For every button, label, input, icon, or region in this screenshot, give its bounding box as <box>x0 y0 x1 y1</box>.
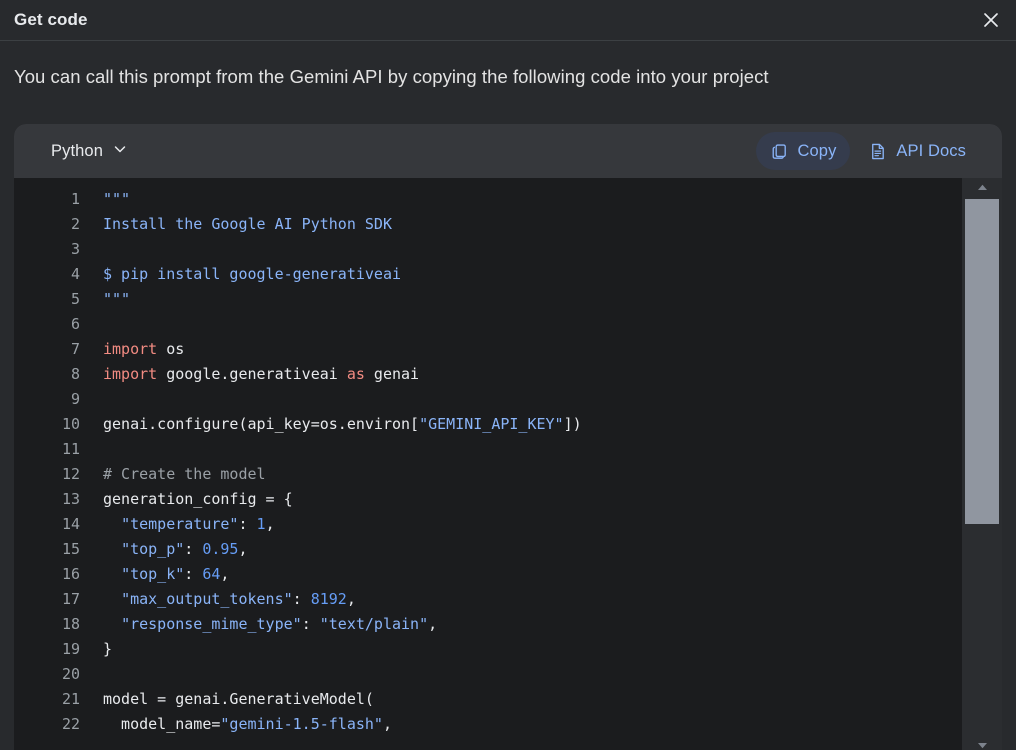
code-line: 1 """ <box>14 187 962 212</box>
line-number: 3 <box>70 240 80 258</box>
document-icon <box>868 142 887 161</box>
code-line: 22 model_name="gemini-1.5-flash", <box>14 712 962 737</box>
code-line: 21 model = genai.GenerativeModel( <box>14 687 962 712</box>
line-number: 19 <box>61 640 80 658</box>
line-number: 21 <box>61 690 80 708</box>
line-number: 1 <box>70 190 80 208</box>
code-line: 20 <box>14 662 962 687</box>
close-icon <box>981 10 1001 30</box>
scrollbar-thumb[interactable] <box>965 199 999 524</box>
scrollbar-down-button[interactable] <box>962 736 1002 750</box>
code-line-text: "top_k": 64, <box>121 565 230 583</box>
code-line-text: generation_config = { <box>103 490 293 508</box>
triangle-down-icon <box>977 736 988 750</box>
scrollbar-up-button[interactable] <box>962 178 1002 196</box>
code-line: 8 import google.generativeai as genai <box>14 362 962 387</box>
code-line-text: genai.configure(api_key=os.environ["GEMI… <box>103 415 582 433</box>
line-number: 10 <box>61 415 80 433</box>
code-line: 18 "response_mime_type": "text/plain", <box>14 612 962 637</box>
code-line: 16 "top_k": 64, <box>14 562 962 587</box>
copy-icon <box>770 142 789 161</box>
close-button[interactable] <box>975 4 1007 36</box>
code-scrollbar[interactable] <box>962 178 1002 750</box>
language-label: Python <box>51 141 103 160</box>
code-body: 1 """ 2 Install the Google AI Python SDK 3 4 $… <box>14 178 1002 750</box>
line-number: 12 <box>61 465 80 483</box>
code-line: 11 <box>14 437 962 462</box>
dialog-header: Get code <box>0 0 1016 41</box>
code-line-text: """ <box>103 190 131 208</box>
code-line: 15 "top_p": 0.95, <box>14 537 962 562</box>
line-number: 8 <box>70 365 80 383</box>
triangle-up-icon <box>977 178 988 196</box>
code-line-text: "response_mime_type": "text/plain", <box>121 615 438 633</box>
code-line-text: "max_output_tokens": 8192, <box>121 590 356 608</box>
line-number: 15 <box>61 540 80 558</box>
copy-button-label: Copy <box>797 141 837 160</box>
copy-button[interactable]: Copy <box>755 132 851 170</box>
code-line: 3 <box>14 237 962 262</box>
line-number: 5 <box>70 290 80 308</box>
code-line: 12 # Create the model <box>14 462 962 487</box>
api-docs-button-label: API Docs <box>896 141 966 160</box>
code-toolbar-actions: Copy API Docs <box>755 124 981 178</box>
code-panel: Python Copy API Docs 1 """ 2 Install the… <box>14 124 1002 750</box>
code-line: 13 generation_config = { <box>14 487 962 512</box>
code-line-text: import os <box>103 340 185 358</box>
line-number: 16 <box>61 565 80 583</box>
line-number: 7 <box>70 340 80 358</box>
code-line: 17 "max_output_tokens": 8192, <box>14 587 962 612</box>
code-line: 6 <box>14 312 962 337</box>
code-line-text: """ <box>103 290 131 308</box>
code-line: 14 "temperature": 1, <box>14 512 962 537</box>
line-number: 6 <box>70 315 80 333</box>
line-number: 13 <box>61 490 80 508</box>
line-number: 9 <box>70 390 80 408</box>
code-line-text: import google.generativeai as genai <box>103 365 420 383</box>
line-number: 18 <box>61 615 80 633</box>
line-number: 17 <box>61 590 80 608</box>
code-line: 7 import os <box>14 337 962 362</box>
line-number: 2 <box>70 215 80 233</box>
code-line-text: Install the Google AI Python SDK <box>103 215 392 233</box>
chevron-down-icon <box>112 141 128 162</box>
code-line-text: model_name="gemini-1.5-flash", <box>103 715 392 733</box>
dialog-description: You can call this prompt from the Gemini… <box>14 66 769 87</box>
get-code-dialog: Get code You can call this prompt from t… <box>0 0 1016 750</box>
code-line: 2 Install the Google AI Python SDK <box>14 212 962 237</box>
code-toolbar: Python Copy API Docs <box>14 124 1002 178</box>
language-selector[interactable]: Python <box>51 141 128 162</box>
code-line-text: } <box>103 640 113 658</box>
dialog-title: Get code <box>14 10 88 29</box>
code-line-text: "temperature": 1, <box>121 515 275 533</box>
code-line: 10 genai.configure(api_key=os.environ["GE… <box>14 412 962 437</box>
code-line-text: model = genai.GenerativeModel( <box>103 690 374 708</box>
line-number: 11 <box>61 440 80 458</box>
line-number: 14 <box>61 515 80 533</box>
code-line: 19} <box>14 637 962 662</box>
code-editor[interactable]: 1 """ 2 Install the Google AI Python SDK 3 4 $… <box>14 178 962 750</box>
code-line: 9 <box>14 387 962 412</box>
api-docs-button[interactable]: API Docs <box>854 132 980 170</box>
code-line-text: # Create the model <box>103 465 266 483</box>
line-number: 20 <box>61 665 80 683</box>
line-number: 4 <box>70 265 80 283</box>
code-line: 4 $ pip install google-generativeai <box>14 262 962 287</box>
code-line-text: $ pip install google-generativeai <box>103 265 402 283</box>
line-number: 22 <box>61 715 80 733</box>
code-line: 5 """ <box>14 287 962 312</box>
code-line-text: "top_p": 0.95, <box>121 540 248 558</box>
